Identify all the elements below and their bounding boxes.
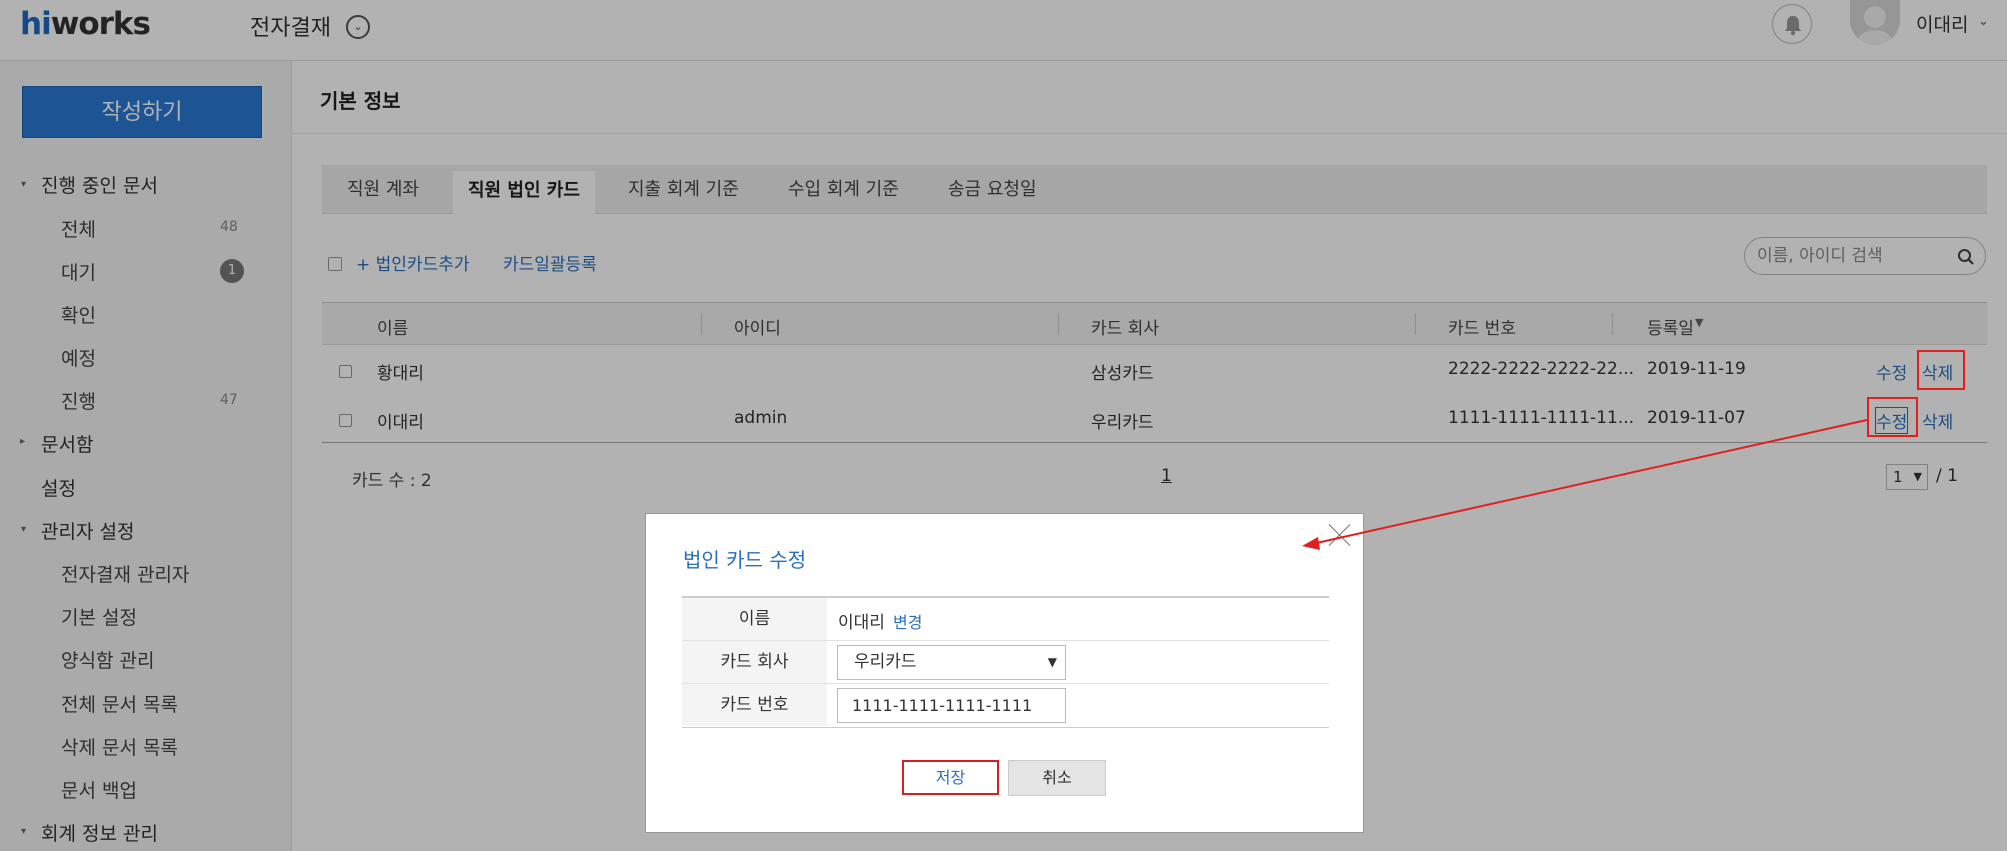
card-number-input[interactable] [837,688,1066,723]
form-row-card-number: 카드 번호 [682,684,1329,727]
highlight-edit-box [1867,397,1918,437]
change-link[interactable]: 변경 [893,609,922,633]
cancel-button[interactable]: 취소 [1008,760,1106,796]
save-button[interactable]: 저장 [902,760,999,795]
card-company-select[interactable]: 우리카드 ▼ [837,645,1066,680]
close-icon[interactable] [1328,523,1352,547]
modal-title: 법인 카드 수정 [683,548,807,572]
field-label-company: 카드 회사 [682,641,827,683]
edit-form: 이름 이대리 변경 카드 회사 우리카드 ▼ 카드 번호 [682,596,1329,728]
form-row-company: 카드 회사 우리카드 ▼ [682,641,1329,684]
edit-card-modal: 법인 카드 수정 이름 이대리 변경 카드 회사 우리카드 ▼ 카드 번호 저장… [645,513,1364,833]
select-value: 우리카드 [854,652,917,672]
form-row-name: 이름 이대리 변경 [682,598,1329,641]
caret-down-icon: ▼ [1047,655,1057,669]
field-label-card-number: 카드 번호 [682,684,827,726]
highlight-delete-box [1917,350,1965,390]
field-value-name: 이대리 [838,613,885,633]
field-label-name: 이름 [682,598,827,640]
